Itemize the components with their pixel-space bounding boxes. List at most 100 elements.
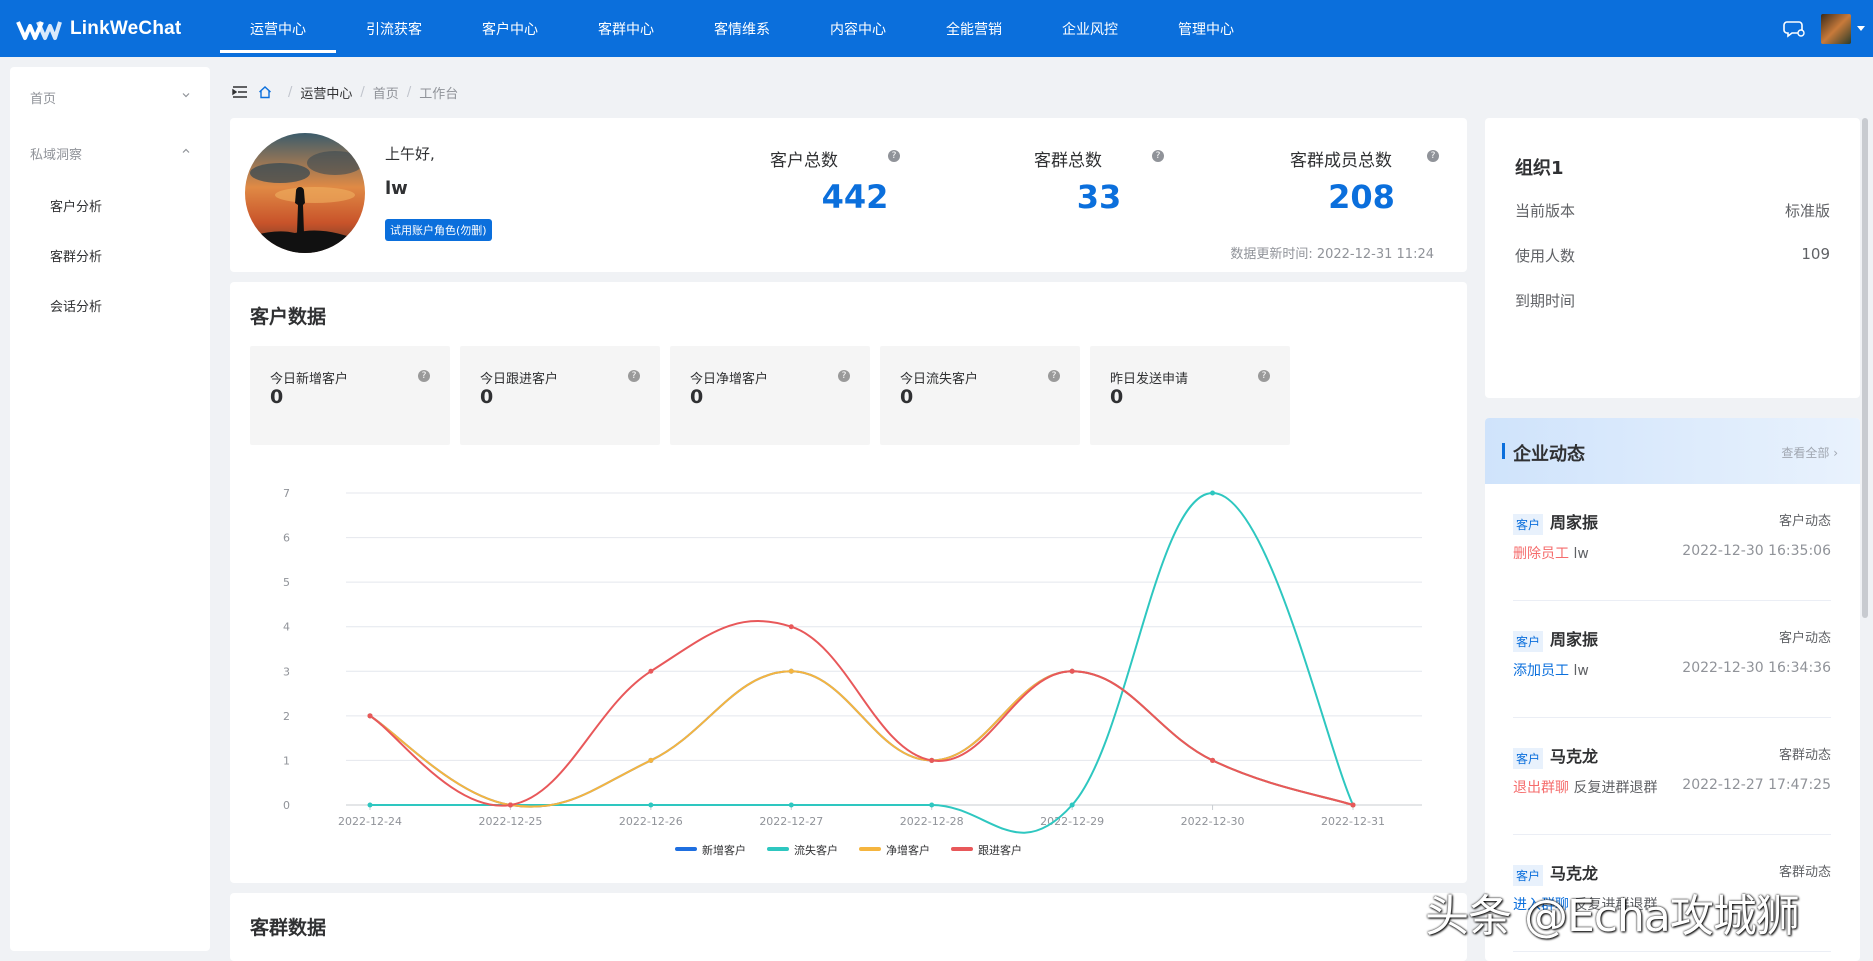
help-icon[interactable]: ? — [888, 150, 900, 162]
nav-item-content[interactable]: 内容中心 — [800, 0, 916, 57]
watermark: 头条 @Echa攻城狮 — [1425, 891, 1800, 942]
sidebar-item-label: 私域洞察 — [30, 147, 83, 163]
view-all-link[interactable]: 查看全部 › — [1781, 444, 1838, 461]
data-point — [929, 757, 935, 763]
breadcrumb-section[interactable]: 运营中心 — [300, 83, 352, 102]
nav-item-operations[interactable]: 运营中心 — [220, 0, 336, 57]
chevron-down-icon — [182, 93, 190, 98]
sidebar-item-home[interactable]: 首页 — [10, 79, 210, 115]
mini-stat-follow: 今日跟进客户 ? 0 — [460, 346, 660, 445]
org-name: 组织1 — [1515, 158, 1564, 179]
org-row-version: 当前版本 标准版 — [1515, 200, 1830, 221]
sidebar-item-label: 首页 — [30, 91, 57, 107]
news-action-rest: lw — [1569, 663, 1589, 679]
news-action-rest: lw — [1569, 546, 1589, 562]
y-tick-label: 0 — [283, 799, 290, 812]
x-tick-label: 2022-12-25 — [478, 815, 542, 828]
user-avatar[interactable] — [1821, 13, 1851, 44]
sidebar-item-customer-analysis[interactable]: 客户分析 — [10, 187, 210, 223]
y-tick-label: 3 — [283, 665, 290, 678]
news-item[interactable]: 客户 周家振 客户动态 删除员工 lw 2022-12-30 16:35:06 — [1513, 484, 1831, 601]
data-point — [648, 668, 654, 674]
profile-card: 上午好, lw 试用账户角色(勿删) 客户总数 ? 442 客群总数 ? 33 … — [230, 118, 1467, 272]
news-type: 客群动态 — [1778, 748, 1831, 763]
home-icon[interactable] — [258, 85, 272, 99]
help-icon[interactable]: ? — [1048, 370, 1060, 382]
org-row-value: 标准版 — [1784, 202, 1830, 220]
menu-fold-icon[interactable] — [232, 85, 248, 99]
help-icon[interactable]: ? — [1152, 150, 1164, 162]
stat-label: 客群总数 — [1034, 151, 1102, 171]
x-tick-label: 2022-12-28 — [900, 815, 964, 828]
help-icon[interactable]: ? — [1427, 150, 1439, 162]
help-icon[interactable]: ? — [418, 370, 430, 382]
nav-item-customers[interactable]: 客户中心 — [452, 0, 568, 57]
org-row-value: 109 — [1801, 245, 1830, 263]
sidebar-group-insights[interactable]: 私域洞察 — [10, 135, 210, 171]
series-line-2 — [369, 670, 1354, 808]
mini-stat-label: 今日净增客户 — [690, 372, 769, 387]
data-point — [648, 802, 654, 808]
data-point — [788, 802, 794, 808]
stat-value: 33 — [1076, 178, 1122, 216]
data-point — [788, 624, 794, 630]
mini-stat-lost: 今日流失客户 ? 0 — [880, 346, 1080, 445]
news-header: 企业动态 查看全部 › — [1485, 418, 1860, 484]
x-tick-label: 2022-12-30 — [1181, 815, 1245, 828]
news-item[interactable]: 客户 马克龙 客群动态 退出群聊 反复进群退群 2022-12-27 17:47… — [1513, 718, 1831, 835]
series-line-0 — [369, 670, 1354, 808]
nav-item-groups[interactable]: 客群中心 — [568, 0, 684, 57]
org-row-users: 使用人数 109 — [1515, 245, 1830, 266]
nav-item-risk[interactable]: 企业风控 — [1032, 0, 1148, 57]
org-row-label: 当前版本 — [1515, 202, 1576, 220]
org-row-label: 到期时间 — [1515, 292, 1576, 310]
logo-icon — [16, 20, 62, 40]
stat-group-members: 客群成员总数 ? 208 — [1290, 146, 1480, 216]
news-type: 客户动态 — [1778, 514, 1831, 529]
news-item[interactable]: 客户 周家振 客户动态 添加员工 lw 2022-12-30 16:34:36 — [1513, 601, 1831, 718]
help-icon[interactable]: ? — [1258, 370, 1270, 382]
news-action-verb: 退出群聊 — [1513, 780, 1569, 796]
data-point — [1350, 802, 1356, 808]
mini-stat-requests: 昨日发送申请 ? 0 — [1090, 346, 1290, 445]
nav-item-admin[interactable]: 管理中心 — [1148, 0, 1264, 57]
breadcrumb-home[interactable]: 首页 — [373, 83, 399, 102]
breadcrumb: / 运营中心 / 首页 / 工作台 — [232, 82, 458, 102]
y-tick-label: 4 — [283, 621, 290, 634]
mini-stat-label: 昨日发送申请 — [1110, 372, 1189, 387]
legend-swatch — [767, 847, 789, 851]
logo[interactable]: LinkWeChat — [0, 16, 220, 42]
nav-item-marketing[interactable]: 全能营销 — [916, 0, 1032, 57]
breadcrumb-separator: / — [360, 84, 365, 100]
chevron-down-icon[interactable] — [1857, 26, 1865, 31]
section-title: 客群数据 — [250, 917, 327, 939]
breadcrumb-separator: / — [288, 84, 293, 100]
stat-label: 客群成员总数 — [1290, 151, 1392, 171]
mini-stat-value: 0 — [270, 386, 284, 408]
data-point — [1210, 490, 1216, 496]
sidebar-item-session-analysis[interactable]: 会话分析 — [10, 287, 210, 323]
nav-item-acquisition[interactable]: 引流获客 — [336, 0, 452, 57]
help-icon[interactable]: ? — [628, 370, 640, 382]
news-time: 2022-12-27 17:47:25 — [1682, 777, 1831, 793]
legend-swatch — [675, 847, 697, 851]
logo-text: LinkWeChat — [70, 17, 182, 39]
data-point — [929, 802, 935, 808]
mini-stat-net: 今日净增客户 ? 0 — [670, 346, 870, 445]
view-all-label: 查看全部 — [1781, 446, 1830, 460]
x-tick-label: 2022-12-29 — [1040, 815, 1104, 828]
news-tag: 客户 — [1513, 514, 1544, 535]
chat-icon[interactable] — [1783, 18, 1805, 40]
x-tick-label: 2022-12-31 — [1321, 815, 1385, 828]
mini-stat-value: 0 — [900, 386, 914, 408]
customer-data-card: 客户数据 今日新增客户 ? 0 今日跟进客户 ? 0 今日净增客户 ? 0 今日… — [230, 282, 1467, 883]
y-tick-label: 6 — [283, 532, 290, 545]
top-navbar: LinkWeChat 运营中心 引流获客 客户中心 客群中心 客情维系 内容中心… — [0, 0, 1873, 57]
news-title: 企业动态 — [1513, 444, 1585, 465]
role-badge: 试用账户角色(勿删) — [385, 219, 492, 241]
help-icon[interactable]: ? — [838, 370, 850, 382]
page-scrollbar[interactable] — [1862, 118, 1868, 618]
sidebar-item-group-analysis[interactable]: 客群分析 — [10, 237, 210, 273]
greeting: 上午好, — [385, 145, 435, 163]
nav-item-relations[interactable]: 客情维系 — [684, 0, 800, 57]
